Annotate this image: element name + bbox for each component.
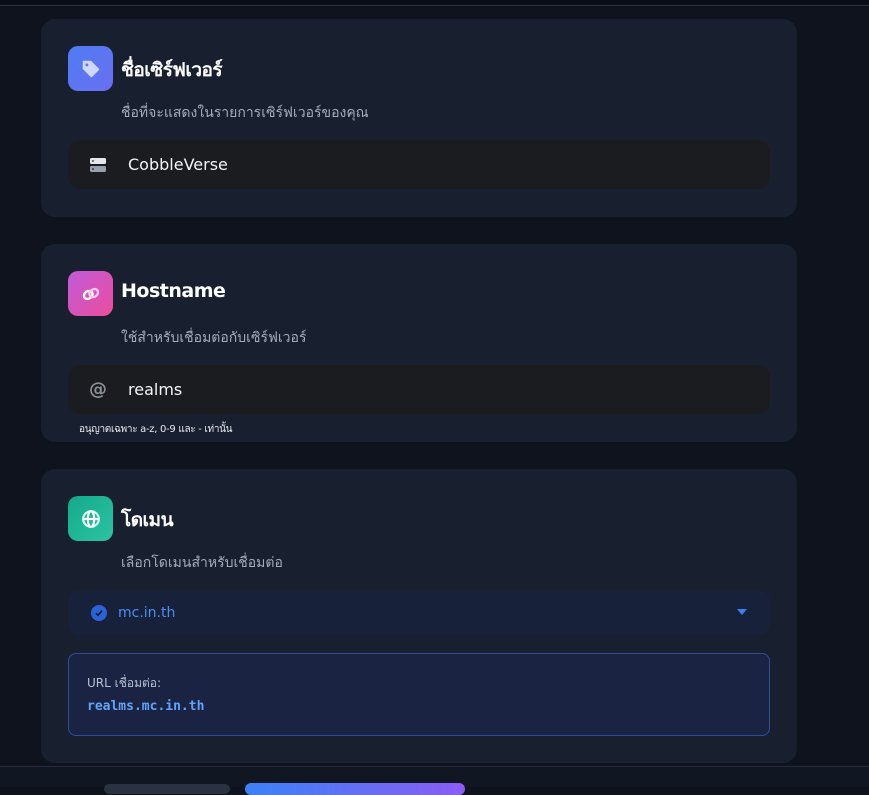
domain-select[interactable]: mc.in.th bbox=[68, 590, 770, 635]
server-name-input[interactable]: CobbleVerse bbox=[68, 140, 770, 189]
domain-selected-value: mc.in.th bbox=[118, 604, 176, 621]
globe-icon bbox=[68, 496, 113, 541]
section-subtitle: เลือกโดเมนสำหรับเชื่อมต่อ bbox=[121, 555, 283, 571]
hostname-card: Hostname ใช้สำหรับเชื่อมต่อกับเซิร์ฟเวอร… bbox=[41, 244, 797, 442]
secondary-button[interactable] bbox=[104, 784, 230, 794]
hostname-hint: อนุญาตเฉพาะ a-z, 0-9 และ - เท่านั้น bbox=[79, 424, 233, 435]
hostname-value: realms bbox=[128, 380, 183, 399]
server-icon bbox=[68, 157, 128, 173]
domain-card: โดเมน เลือกโดเมนสำหรับเชื่อมต่อ mc.in.th… bbox=[41, 469, 797, 763]
server-name-card: ชื่อเซิร์ฟเวอร์ ชื่อที่จะแสดงในรายการเซิ… bbox=[41, 19, 797, 217]
connection-url-value: realms.mc.in.th bbox=[87, 699, 205, 714]
section-title: ชื่อเซิร์ฟเวอร์ bbox=[121, 59, 223, 81]
chevron-down-icon[interactable] bbox=[737, 609, 747, 615]
hostname-input[interactable]: @ realms bbox=[68, 365, 770, 414]
section-title: โดเมน bbox=[121, 509, 174, 531]
section-subtitle: ใช้สำหรับเชื่อมต่อกับเซิร์ฟเวอร์ bbox=[121, 330, 307, 346]
at-icon: @ bbox=[89, 379, 107, 400]
connection-url-box: URL เชื่อมต่อ: realms.mc.in.th bbox=[68, 653, 770, 736]
section-title: Hostname bbox=[121, 280, 226, 302]
server-name-value: CobbleVerse bbox=[128, 155, 228, 174]
primary-button[interactable] bbox=[245, 783, 465, 795]
link-icon bbox=[68, 271, 113, 316]
tag-icon bbox=[68, 46, 113, 91]
section-subtitle: ชื่อที่จะแสดงในรายการเซิร์ฟเวอร์ของคุณ bbox=[121, 105, 369, 121]
check-circle-icon bbox=[91, 604, 107, 621]
connection-url-label: URL เชื่อมต่อ: bbox=[87, 676, 162, 690]
top-divider bbox=[0, 0, 869, 6]
